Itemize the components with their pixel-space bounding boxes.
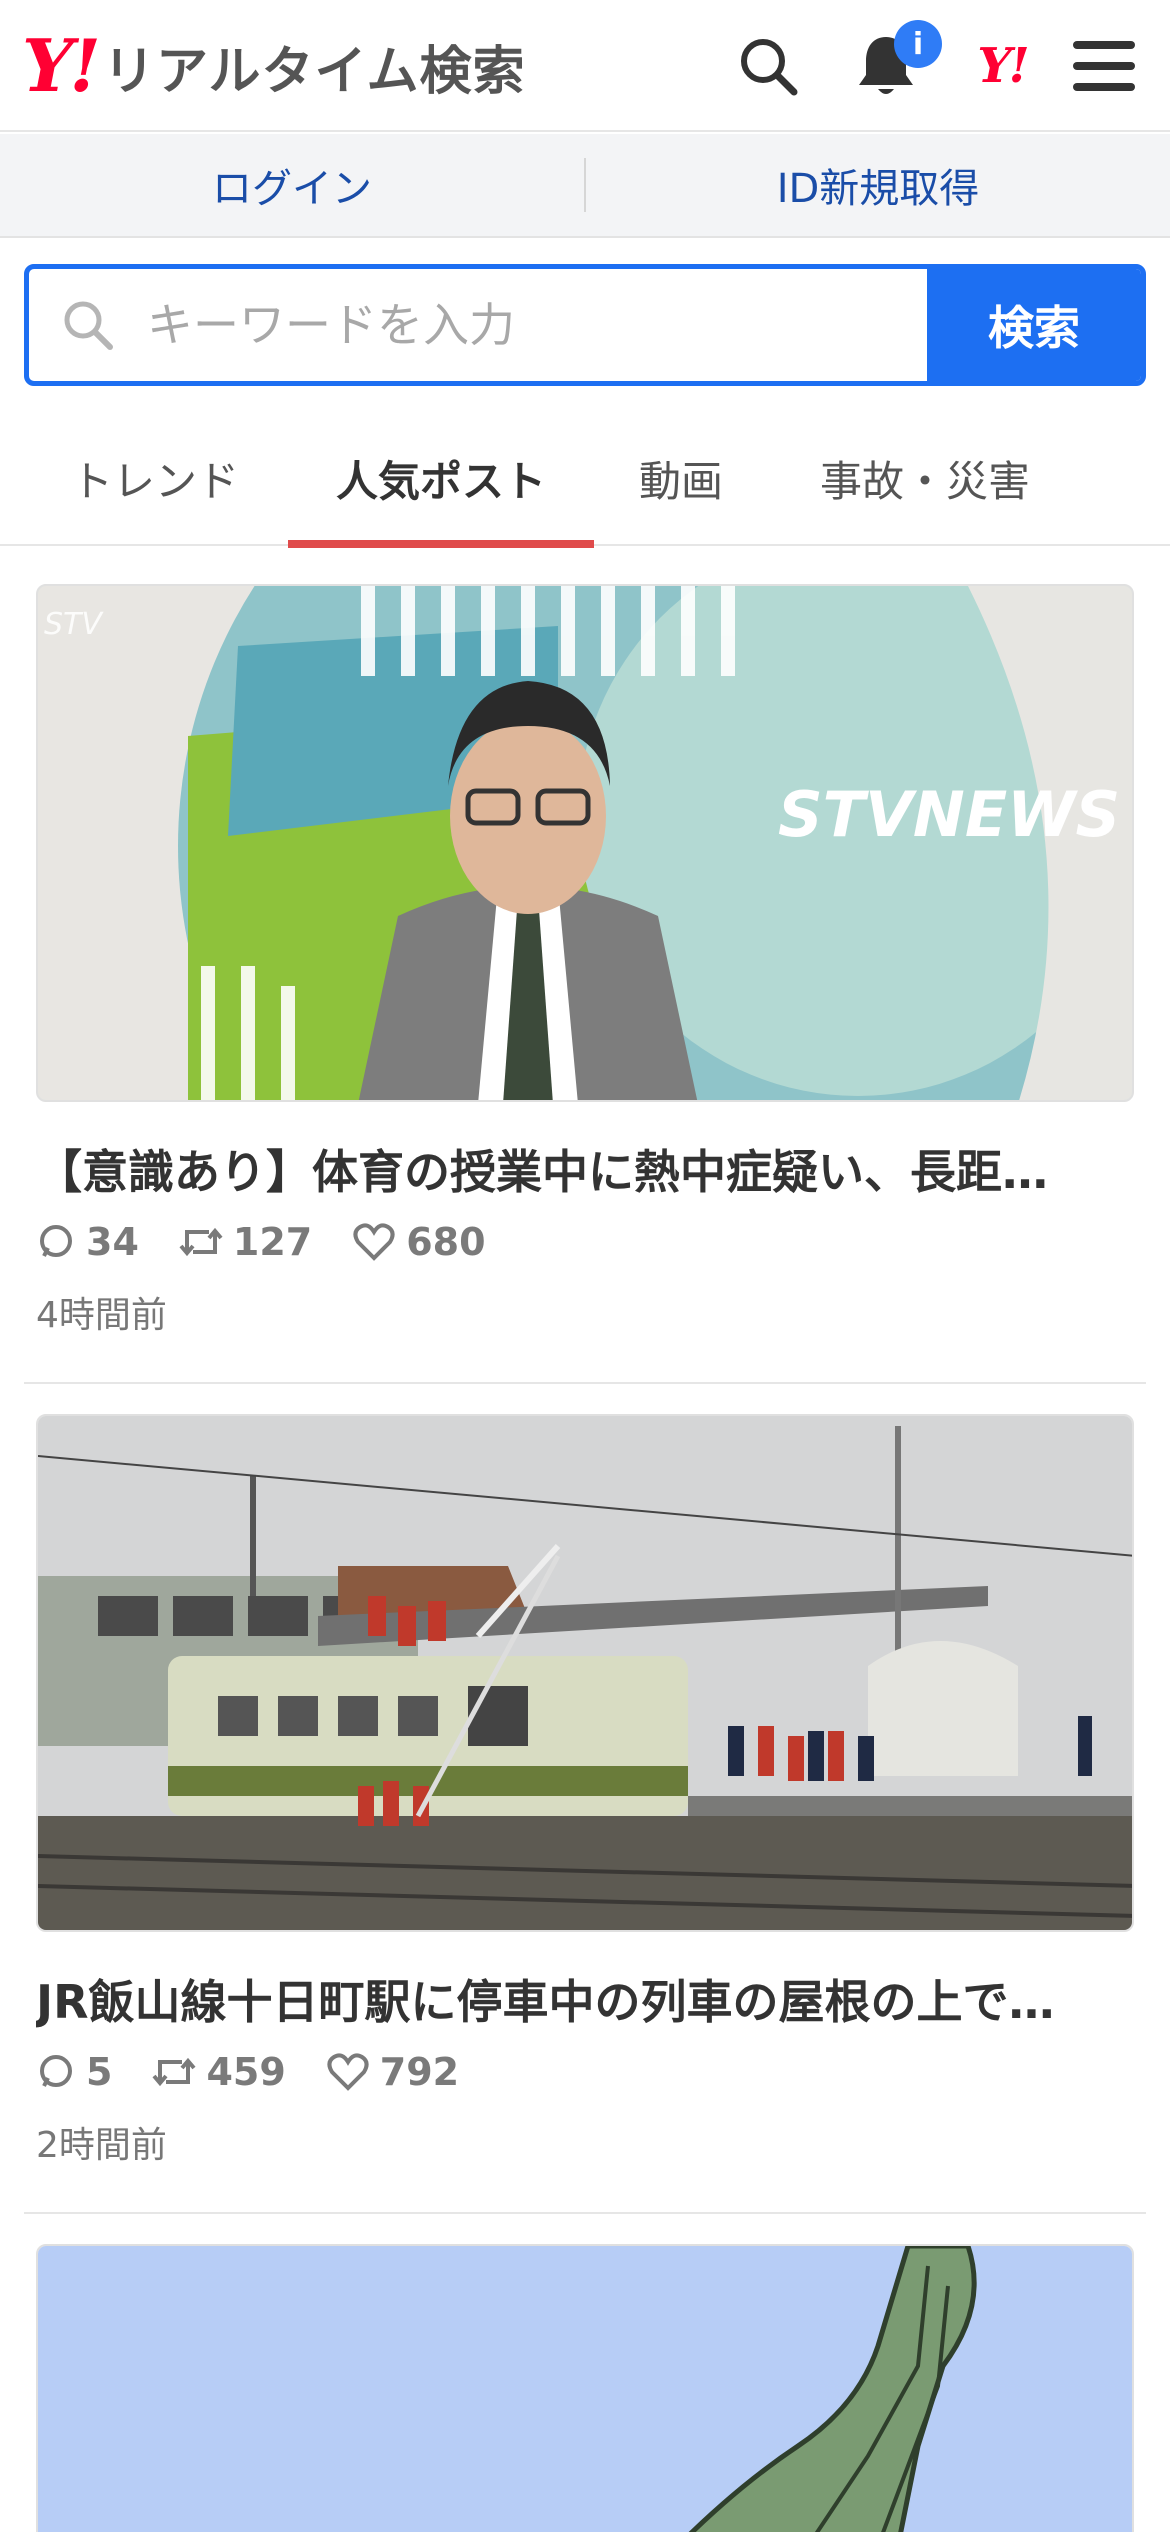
post-image[interactable] (36, 1414, 1134, 1932)
post-stats: 5 459 792 (36, 2050, 499, 2094)
notification-bell-icon[interactable]: i (846, 20, 942, 106)
overlay-news-text: STVNEWS (778, 778, 1120, 851)
yahoo-home-logo[interactable]: Y! (962, 26, 1042, 106)
like-count-value: 680 (406, 1220, 486, 1264)
overlay-corner-text: STV (44, 607, 104, 642)
login-bar: ログイン ID新規取得 (0, 134, 1170, 238)
post-time: 4時間前 (36, 1295, 167, 1336)
heart-icon (327, 2053, 369, 2091)
repost-icon (179, 1227, 223, 1257)
search-button[interactable]: 検索 (927, 269, 1141, 381)
reply-icon (40, 1225, 72, 1257)
post-separator (24, 2212, 1146, 2214)
tab-video[interactable]: 動画 (606, 410, 756, 546)
page-title: リアルタイム検索 (103, 41, 526, 102)
repost-icon (152, 2057, 196, 2087)
like-count-value: 792 (379, 2050, 460, 2094)
repost-count[interactable]: 127 (179, 1220, 312, 1264)
post-image[interactable]: STVNEWS STV (36, 584, 1134, 1102)
menu-icon[interactable] (1064, 26, 1144, 106)
post-card[interactable] (24, 2244, 1146, 2532)
reply-count[interactable]: 34 (36, 1220, 139, 1264)
like-count[interactable]: 680 (352, 1220, 486, 1264)
yahoo-logo: Y! (22, 23, 101, 108)
search-field-icon (29, 269, 147, 381)
tab-bar: トレンド 人気ポスト 動画 事故・災害 (0, 410, 1170, 548)
post-image[interactable] (36, 2244, 1134, 2532)
like-count[interactable]: 792 (326, 2050, 459, 2094)
heart-icon (353, 1223, 395, 1261)
post-title[interactable]: JR飯山線十日町駅に停車中の列車の屋根の上で… (36, 1966, 1134, 2032)
reply-count[interactable]: 5 (36, 2050, 112, 2094)
signup-link[interactable]: ID新規取得 (586, 134, 1170, 236)
tab-popular-posts[interactable]: 人気ポスト (288, 410, 594, 548)
reply-count-value: 34 (86, 1220, 139, 1264)
search-input[interactable] (147, 269, 927, 381)
tab-trend[interactable]: トレンド (40, 410, 270, 546)
post-separator (24, 1382, 1146, 1384)
post-card[interactable]: STVNEWS STV 【意識あり】体育の授業中に熱中症疑い、長距… 34 12… (24, 584, 1146, 1384)
notification-badge: i (894, 20, 942, 68)
login-link[interactable]: ログイン (0, 134, 584, 236)
app-header: Y! リアルタイム検索 i Y! (0, 0, 1170, 132)
post-title[interactable]: 【意識あり】体育の授業中に熱中症疑い、長距… (36, 1136, 1134, 1202)
search-form: 検索 (24, 264, 1146, 386)
repost-count[interactable]: 459 (152, 2050, 286, 2094)
repost-count-value: 127 (232, 1220, 313, 1264)
search-icon[interactable] (728, 26, 808, 106)
post-time: 2時間前 (36, 2125, 167, 2166)
repost-count-value: 459 (206, 2050, 286, 2094)
brand[interactable]: Y! リアルタイム検索 (22, 26, 525, 106)
reply-icon (40, 2055, 72, 2087)
tab-accident-disaster[interactable]: 事故・災害 (790, 410, 1060, 546)
post-card[interactable]: JR飯山線十日町駅に停車中の列車の屋根の上で… 5 459 792 2時間前 (24, 1414, 1146, 2214)
post-stats: 34 127 680 (36, 1220, 526, 1264)
reply-count-value: 5 (86, 2050, 113, 2094)
